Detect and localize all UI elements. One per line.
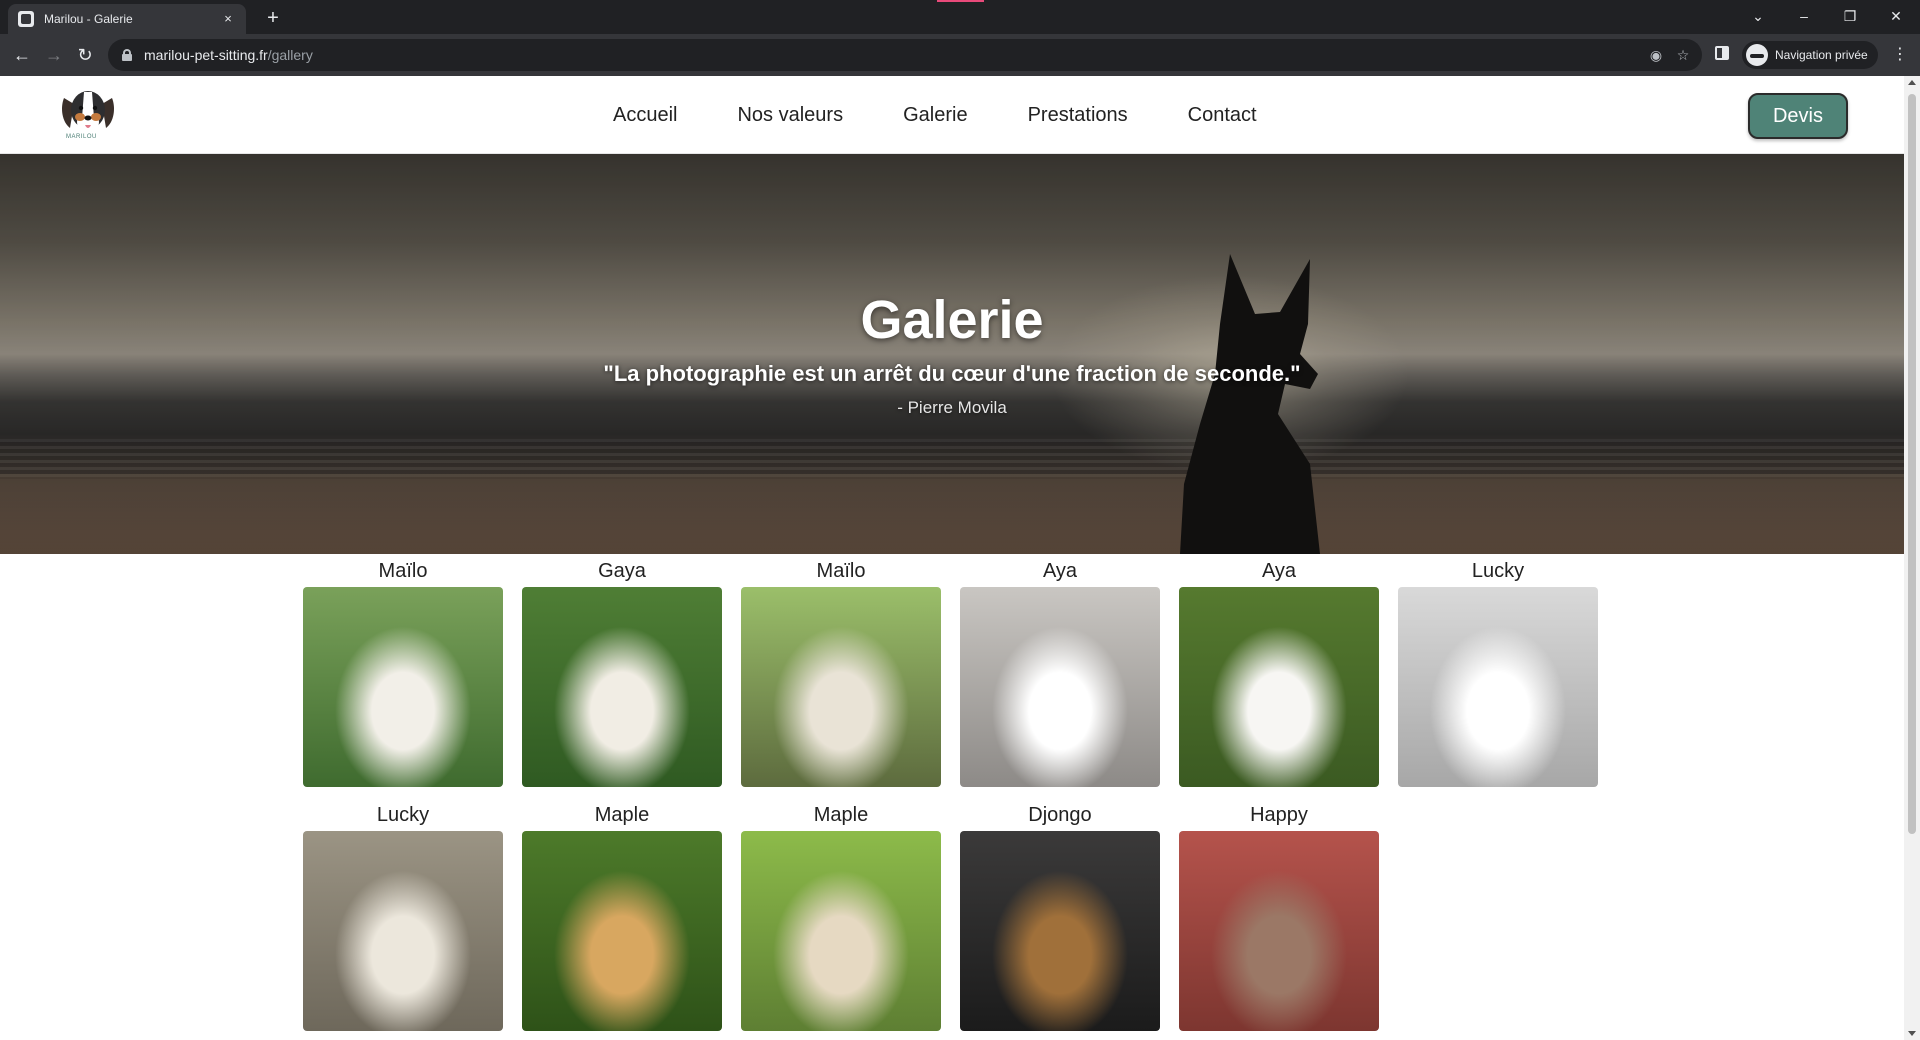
- hero-banner: Galerie "La photographie est un arrêt du…: [0, 154, 1904, 554]
- gallery-pet-name: Maple: [813, 804, 869, 826]
- gallery-pet-name: Happy: [1250, 804, 1308, 826]
- gallery-card[interactable]: Gaya: [522, 554, 722, 787]
- gallery-card[interactable]: Maïlo: [741, 554, 941, 787]
- devis-button[interactable]: Devis: [1748, 93, 1848, 139]
- nav-link-galerie[interactable]: Galerie: [903, 103, 967, 127]
- window-close-icon[interactable]: ✕: [1876, 4, 1916, 28]
- gallery-card[interactable]: Maïlo: [303, 554, 503, 787]
- gallery-pet-photo[interactable]: [1179, 831, 1379, 1031]
- nav-link-prestations[interactable]: Prestations: [1028, 103, 1128, 127]
- tab-title: Marilou - Galerie: [44, 12, 133, 26]
- gallery-pet-name: Maple: [594, 804, 650, 826]
- gallery-pet-photo[interactable]: [1179, 587, 1379, 787]
- nav-link-contact[interactable]: Contact: [1188, 103, 1257, 127]
- scrollbar-thumb[interactable]: [1908, 94, 1916, 834]
- recording-indicator: [937, 0, 984, 2]
- page-viewport: MARILOU Accueil Nos valeurs Galerie Pres…: [0, 76, 1904, 1040]
- dog-logo-icon: [62, 91, 114, 132]
- forward-arrow-icon[interactable]: →: [40, 41, 68, 69]
- back-arrow-icon[interactable]: ←: [8, 41, 36, 69]
- gallery-pet-photo[interactable]: [741, 831, 941, 1031]
- nav-link-accueil[interactable]: Accueil: [613, 103, 677, 127]
- gallery-card[interactable]: Maple: [522, 798, 722, 1031]
- hero-overlay: [0, 154, 1904, 554]
- private-browsing-badge[interactable]: Navigation privée: [1742, 41, 1878, 69]
- side-panel-icon[interactable]: [1715, 46, 1729, 60]
- gallery-card[interactable]: Aya: [960, 554, 1160, 787]
- tab-close-icon[interactable]: ×: [220, 11, 236, 27]
- page-title: Galerie: [860, 290, 1044, 350]
- minimize-icon[interactable]: –: [1784, 4, 1824, 28]
- private-browsing-label: Navigation privée: [1775, 48, 1868, 62]
- main-navigation: Accueil Nos valeurs Galerie Prestations …: [613, 103, 1257, 127]
- gallery-card[interactable]: Lucky: [303, 798, 503, 1031]
- reload-icon[interactable]: ↻: [71, 41, 99, 69]
- gallery-pet-photo[interactable]: [303, 587, 503, 787]
- hero-quote-author: - Pierre Movila: [897, 398, 1007, 417]
- gallery-pet-name: Djongo: [1028, 804, 1092, 826]
- browser-toolbar: ← → ↻ marilou-pet-sitting.fr/gallery ◉ ☆…: [0, 34, 1920, 76]
- page-scrollbar[interactable]: [1904, 76, 1920, 1040]
- site-header: MARILOU Accueil Nos valeurs Galerie Pres…: [0, 76, 1904, 154]
- gallery-pet-name: Lucky: [376, 804, 430, 826]
- lock-icon: [122, 49, 132, 61]
- browser-tab-bar: Marilou - Galerie × + ⌄ – ❐ ✕: [0, 0, 1920, 34]
- gallery-pet-photo[interactable]: [522, 587, 722, 787]
- gallery-pet-photo[interactable]: [1398, 587, 1598, 787]
- new-tab-icon[interactable]: +: [260, 6, 286, 30]
- gallery-pet-photo[interactable]: [960, 587, 1160, 787]
- gallery-pet-photo[interactable]: [741, 587, 941, 787]
- gallery-card[interactable]: Maple: [741, 798, 941, 1031]
- gallery-pet-photo[interactable]: [960, 831, 1160, 1031]
- tab-search-icon[interactable]: ⌄: [1738, 4, 1778, 28]
- gallery-pet-name: Maïlo: [816, 560, 866, 582]
- hero-quote: "La photographie est un arrêt du cœur d'…: [603, 361, 1301, 386]
- gallery-pet-name: Gaya: [598, 560, 646, 582]
- gallery-card[interactable]: Djongo: [960, 798, 1160, 1031]
- incognito-icon: [1746, 44, 1768, 66]
- gallery-pet-name: Aya: [1261, 560, 1297, 582]
- logo-caption: MARILOU: [66, 134, 97, 140]
- site-favicon-icon: [18, 11, 34, 27]
- bookmark-star-icon[interactable]: ☆: [1675, 47, 1691, 63]
- gallery-card[interactable]: Happy: [1179, 798, 1379, 1031]
- tracking-protection-eye-icon[interactable]: ◉: [1648, 47, 1664, 63]
- nav-link-nos-valeurs[interactable]: Nos valeurs: [737, 103, 843, 127]
- scroll-up-arrow-icon[interactable]: [1908, 80, 1916, 85]
- gallery-card[interactable]: Aya: [1179, 554, 1379, 787]
- url-host: marilou-pet-sitting.fr: [144, 47, 268, 63]
- gallery-card[interactable]: Lucky: [1398, 554, 1598, 787]
- address-bar[interactable]: marilou-pet-sitting.fr/gallery ◉ ☆: [108, 39, 1702, 71]
- url-path: /gallery: [267, 47, 313, 63]
- gallery-pet-name: Lucky: [1471, 560, 1525, 582]
- browser-menu-icon[interactable]: ⋮: [1890, 46, 1910, 64]
- gallery-pet-photo[interactable]: [303, 831, 503, 1031]
- gallery-pet-name: Maïlo: [378, 560, 428, 582]
- restore-icon[interactable]: ❐: [1830, 4, 1870, 28]
- browser-tab-active[interactable]: Marilou - Galerie ×: [8, 4, 246, 34]
- gallery-pet-name: Aya: [1042, 560, 1078, 582]
- scroll-down-arrow-icon[interactable]: [1908, 1031, 1916, 1036]
- gallery-pet-photo[interactable]: [522, 831, 722, 1031]
